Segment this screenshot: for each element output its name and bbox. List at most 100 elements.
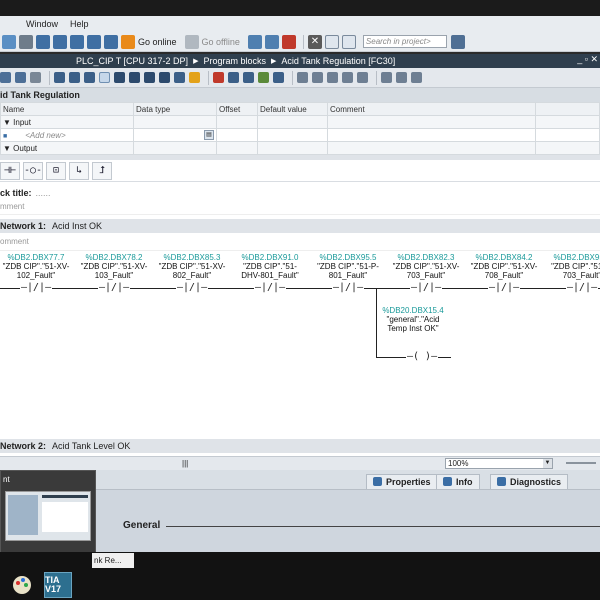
breadcrumb-plc[interactable]: PLC_CIP T [CPU 317-2 DP] [76,56,188,66]
window-controls[interactable]: _ ▫ ✕ [577,54,598,65]
network-2-title[interactable]: Acid Tank Level OK [52,441,130,451]
insert-network-icon[interactable] [0,72,11,83]
nc-contact[interactable]: %DB2.DBX91.0 "ZDB CIP"."51- DHV-801_Fault" [232,253,308,280]
status-icon[interactable] [357,72,368,83]
insert-row-icon[interactable] [30,72,41,83]
coil-button[interactable]: -○- [23,161,43,180]
go-to-icon[interactable] [273,72,284,83]
copy-icon[interactable] [53,34,67,49]
nc-contact[interactable]: %DB2.DBX78.2 "ZDB CIP"."51-XV- 103_Fault" [76,253,152,280]
add-new-input[interactable]: ■ <Add new> [0,128,134,142]
zoom-select[interactable]: 100% ▼ [445,458,553,469]
prev-error-icon[interactable] [144,72,155,83]
next-error-icon[interactable] [129,72,140,83]
nc-contact-glyph[interactable]: —|/|— [410,283,443,293]
nc-contact[interactable]: %DB2.DBX77.7 "ZDB CIP"."51-XV- 102_Fault" [0,253,74,280]
no-contact-button[interactable]: ⊣⊢ [0,161,20,180]
nc-contact-glyph[interactable]: —|/|— [98,283,131,293]
expand-arrow-icon[interactable]: ▼ [3,118,13,127]
tab-info[interactable]: Info [436,474,480,489]
go-online-button[interactable]: Go online [121,34,177,49]
block-comment[interactable]: mment [0,198,600,215]
edit-tag-icon[interactable] [297,72,308,83]
snapshot-icon[interactable] [396,72,407,83]
rewire-icon[interactable] [312,72,323,83]
open-all-networks-icon[interactable] [99,72,110,83]
update-calls-icon[interactable] [159,72,170,83]
start-cpu-icon[interactable] [264,34,279,49]
close-all-networks-icon[interactable] [114,72,125,83]
menu-help[interactable]: Help [70,19,101,29]
nc-contact-glyph[interactable]: —|/|— [488,283,521,293]
taskbar-window-label[interactable]: nk Re... [92,553,134,568]
input-section-row[interactable]: ▼ Input [0,115,134,129]
upload-icon[interactable] [104,34,118,49]
toggle-icon[interactable] [243,72,254,83]
reset-icon[interactable] [228,72,239,83]
network-comments-icon[interactable] [54,72,65,83]
network-1-comment[interactable]: omment [0,233,600,251]
save-icon[interactable] [2,34,16,49]
menu-window[interactable]: Window [0,19,70,29]
output-section-row[interactable]: ▼ Output [0,141,134,155]
col-comment[interactable]: Comment [327,102,536,116]
network-1-header[interactable]: Network 1: Acid Inst OK [0,219,600,233]
general-section-title[interactable]: General [123,520,160,531]
favorites-icon[interactable] [69,72,80,83]
monitor-on-icon[interactable] [258,72,269,83]
close-branch-button[interactable]: ⮥ [92,161,112,180]
breadcrumb-block[interactable]: Acid Tank Regulation [FC30] [281,56,395,66]
data-type-picker-icon[interactable]: ▤ [204,130,214,140]
network-1-title[interactable]: Acid Inst OK [52,221,102,231]
scroll-grip-icon[interactable]: ||| [182,459,188,468]
paste-icon[interactable] [70,34,84,49]
breadcrumb-program-blocks[interactable]: Program blocks [203,56,266,66]
nc-contact-glyph[interactable]: —|/|— [20,283,53,293]
nc-contact-glyph[interactable]: —|/|— [176,283,209,293]
paint-app-icon[interactable] [8,572,36,598]
nc-contact-glyph[interactable]: —|/|— [332,283,365,293]
open-branch-button[interactable]: ↳ [69,161,89,180]
stop-cpu-icon[interactable] [281,34,296,49]
compare-icon[interactable] [327,72,338,83]
tia-portal-icon[interactable]: TIA V17 [44,572,72,598]
chevron-down-icon[interactable]: ▼ [543,459,552,468]
block-title-value[interactable]: ...... [36,188,51,198]
tab-properties[interactable]: Properties [366,474,438,489]
go-offline-button[interactable]: Go offline [184,34,240,49]
split-vertical-icon[interactable] [341,34,356,49]
col-offset[interactable]: Offset [216,102,258,116]
accessible-devices-icon[interactable] [247,34,262,49]
coil-glyph[interactable]: —( )— [406,352,439,362]
network-2-header[interactable]: Network 2: Acid Tank Level OK [0,439,600,453]
col-name[interactable]: Name [0,102,134,116]
nc-contact[interactable]: %DB2.DBX84.2 "ZDB CIP"."51-XV- 708_Fault" [466,253,542,280]
format-icon[interactable] [342,72,353,83]
cut-icon[interactable] [36,34,50,49]
interface-splitter[interactable] [0,155,600,160]
col-default-value[interactable]: Default value [257,102,328,116]
col-data-type[interactable]: Data type [133,102,217,116]
search-input[interactable]: Search in project> [362,35,447,48]
set-icon[interactable] [213,72,224,83]
split-horizontal-icon[interactable] [324,34,339,49]
cross-reference-icon[interactable]: ✕ [307,34,322,49]
search-icon[interactable] [450,34,465,49]
box-button[interactable]: ⊡ [46,161,66,180]
download-icon[interactable] [87,34,101,49]
absolute-operands-icon[interactable] [84,72,95,83]
nc-contact[interactable]: %DB2.DBX95.5 "ZDB CIP"."51-P- 801_Fault" [310,253,386,280]
nc-contact-glyph[interactable]: —|/|— [566,283,599,293]
zoom-slider[interactable] [566,462,596,464]
nc-contact[interactable]: %DB2.DBX85.3 "ZDB CIP"."51-XV- 802_Fault" [154,253,230,280]
monitoring-icon[interactable] [189,72,200,83]
zoom-icon[interactable] [174,72,185,83]
options-icon[interactable] [411,72,422,83]
nc-contact-glyph[interactable]: —|/|— [254,283,287,293]
data-type-cell[interactable]: ▤ [133,128,217,142]
call-structure-icon[interactable] [381,72,392,83]
coil-element[interactable]: %DB20.DBX15.4 "general"."Acid Temp Inst … [372,306,454,333]
delete-network-icon[interactable] [15,72,26,83]
nc-contact[interactable]: %DB2.DBX95.2"ZDB CIP"."51-P-703_Fault" [544,253,600,280]
expand-arrow-icon[interactable]: ▼ [3,144,13,153]
